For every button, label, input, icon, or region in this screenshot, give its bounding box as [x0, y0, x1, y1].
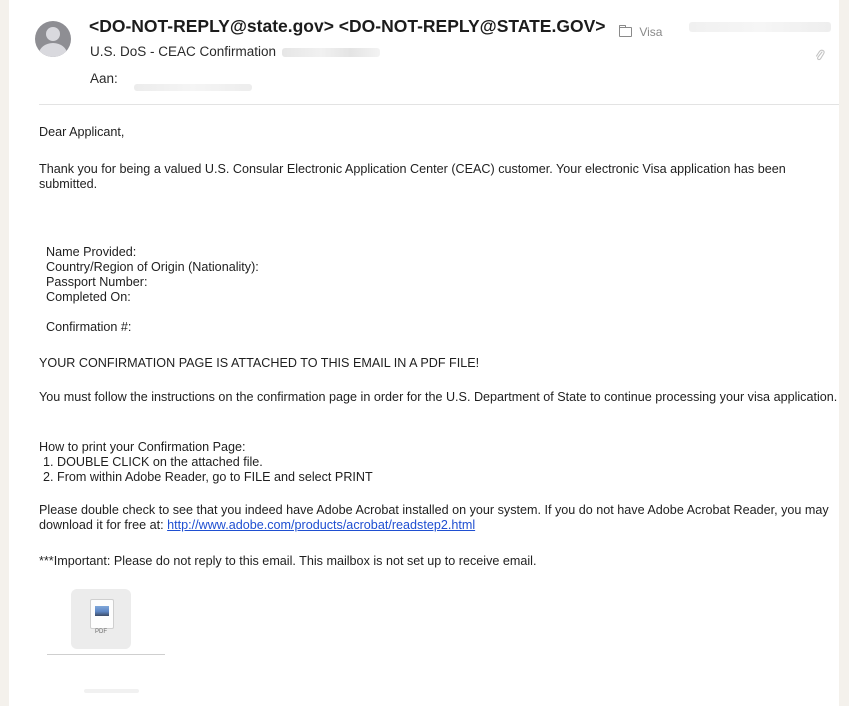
footer-redacted [84, 689, 139, 693]
confirmation-number-label: Confirmation #: [46, 320, 132, 334]
mailbox-folder[interactable]: Visa [618, 24, 663, 39]
attached-notice: YOUR CONFIRMATION PAGE IS ATTACHED TO TH… [39, 356, 480, 370]
attachment-type-label: PDF [95, 629, 107, 635]
pdf-file-icon [90, 599, 114, 629]
print-heading: How to print your Confirmation Page: [39, 440, 246, 454]
recipient-redacted [134, 84, 252, 91]
folder-icon [618, 24, 632, 37]
avatar-body [39, 43, 67, 57]
date-redacted [689, 22, 831, 32]
important-notice: ***Important: Please do not reply to thi… [39, 554, 537, 568]
sender-address[interactable]: <DO-NOT-REPLY@state.gov> <DO-NOT-REPLY@S… [89, 16, 605, 37]
print-step: 1. DOUBLE CLICK on the attached file. [43, 455, 263, 469]
email-header: <DO-NOT-REPLY@state.gov> <DO-NOT-REPLY@S… [9, 0, 839, 106]
completed-on-label: Completed On: [46, 290, 131, 304]
pdf-attachment[interactable]: PDF [71, 589, 131, 649]
pdf-thumbnail-preview [95, 606, 109, 616]
header-divider [39, 104, 839, 105]
email-subject: U.S. DoS - CEAC Confirmation [90, 44, 380, 59]
acrobat-paragraph: Please double check to see that you inde… [39, 503, 839, 533]
country-region-label: Country/Region of Origin (Nationality): [46, 260, 259, 274]
print-step: 2. From within Adobe Reader, go to FILE … [43, 470, 373, 484]
passport-number-label: Passport Number: [46, 275, 148, 289]
name-provided-label: Name Provided: [46, 245, 137, 259]
intro-paragraph: Thank you for being a valued U.S. Consul… [39, 162, 786, 191]
acrobat-download-link[interactable]: http://www.adobe.com/products/acrobat/re… [167, 518, 475, 532]
email-message-view: <DO-NOT-REPLY@state.gov> <DO-NOT-REPLY@S… [9, 0, 839, 706]
person-avatar-icon [35, 21, 71, 57]
subject-text: U.S. DoS - CEAC Confirmation [90, 44, 277, 59]
follow-instructions-paragraph: You must follow the instructions on the … [39, 390, 838, 404]
avatar-head [46, 27, 60, 41]
paperclip-icon [815, 49, 825, 62]
subject-redacted [281, 47, 380, 57]
folder-label: Visa [639, 25, 663, 39]
recipient-label: Aan: [90, 71, 118, 86]
attachment-name-redacted [47, 654, 165, 655]
greeting: Dear Applicant, [39, 125, 125, 139]
